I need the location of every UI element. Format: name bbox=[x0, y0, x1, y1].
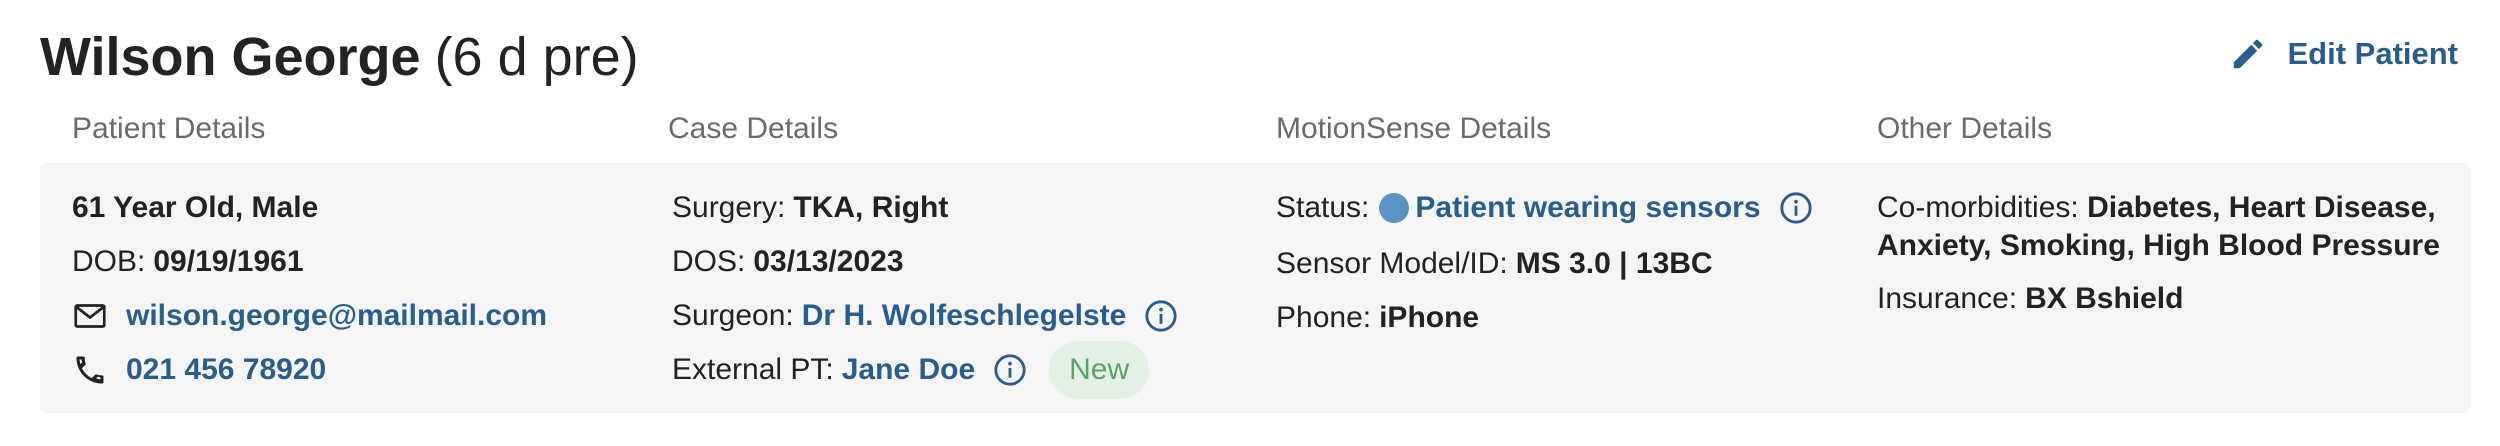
dos-row: DOS: 03/13/2023 bbox=[672, 245, 904, 278]
phone-icon bbox=[72, 352, 108, 388]
surgery-value: TKA, Right bbox=[793, 191, 949, 224]
mail-icon bbox=[72, 298, 108, 334]
external-pt-link[interactable]: Jane Doe bbox=[842, 353, 975, 387]
device-phone-value: iPhone bbox=[1379, 301, 1480, 334]
status-dot-icon bbox=[1379, 193, 1410, 223]
email-link[interactable]: wilson.george@mailmail.com bbox=[126, 299, 547, 333]
details-card: 61 Year Old, Male DOB: 09/19/1961 wilson… bbox=[40, 163, 2470, 413]
info-icon[interactable] bbox=[993, 353, 1027, 387]
insurance-row: Insurance: BX Bshield bbox=[1877, 282, 2184, 315]
sensor-row: Sensor Model/ID: MS 3.0 | 13BC bbox=[1276, 247, 1713, 280]
page-title: Wilson George (6 d pre) bbox=[40, 22, 639, 92]
edit-patient-label: Edit Patient bbox=[2287, 36, 2458, 71]
age-sex: 61 Year Old, Male bbox=[72, 191, 319, 224]
new-badge: New bbox=[1049, 341, 1150, 399]
dob-value: 09/19/1961 bbox=[153, 245, 304, 278]
surgery-row: Surgery: TKA, Right bbox=[672, 191, 949, 224]
sensor-value: MS 3.0 | 13BC bbox=[1515, 247, 1713, 280]
dob-row: DOB: 09/19/1961 bbox=[72, 245, 304, 278]
status-value[interactable]: Patient wearing sensors bbox=[1415, 191, 1760, 225]
comorbidities-row: Co-morbidities: Diabetes, Heart Disease,… bbox=[1877, 191, 2440, 262]
days-pre-op: (6 d pre) bbox=[434, 27, 639, 87]
status-row: Status: Patient wearing sensors bbox=[1276, 188, 1813, 228]
patient-name: Wilson George bbox=[40, 27, 421, 87]
info-icon[interactable] bbox=[1144, 299, 1178, 333]
external-pt-row: External PT: Jane Doe New bbox=[672, 341, 1150, 399]
edit-patient-button[interactable]: Edit Patient bbox=[2229, 28, 2458, 80]
surgeon-row: Surgeon: Dr H. Wolfeschlegelste bbox=[672, 296, 1178, 336]
phone-row: 021 456 78920 bbox=[72, 350, 326, 390]
surgeon-link[interactable]: Dr H. Wolfeschlegelste bbox=[802, 299, 1127, 333]
device-phone-row: Phone: iPhone bbox=[1276, 301, 1480, 334]
info-icon[interactable] bbox=[1779, 191, 1813, 225]
email-row: wilson.george@mailmail.com bbox=[72, 296, 547, 336]
section-header-case: Case Details bbox=[668, 112, 839, 145]
insurance-value: BX Bshield bbox=[2025, 282, 2184, 315]
section-header-other: Other Details bbox=[1877, 112, 2053, 145]
section-header-motionsense: MotionSense Details bbox=[1276, 112, 1552, 145]
section-header-patient: Patient Details bbox=[72, 112, 266, 145]
dos-value: 03/13/2023 bbox=[753, 245, 904, 278]
pencil-icon bbox=[2229, 35, 2287, 73]
phone-link[interactable]: 021 456 78920 bbox=[126, 353, 326, 387]
